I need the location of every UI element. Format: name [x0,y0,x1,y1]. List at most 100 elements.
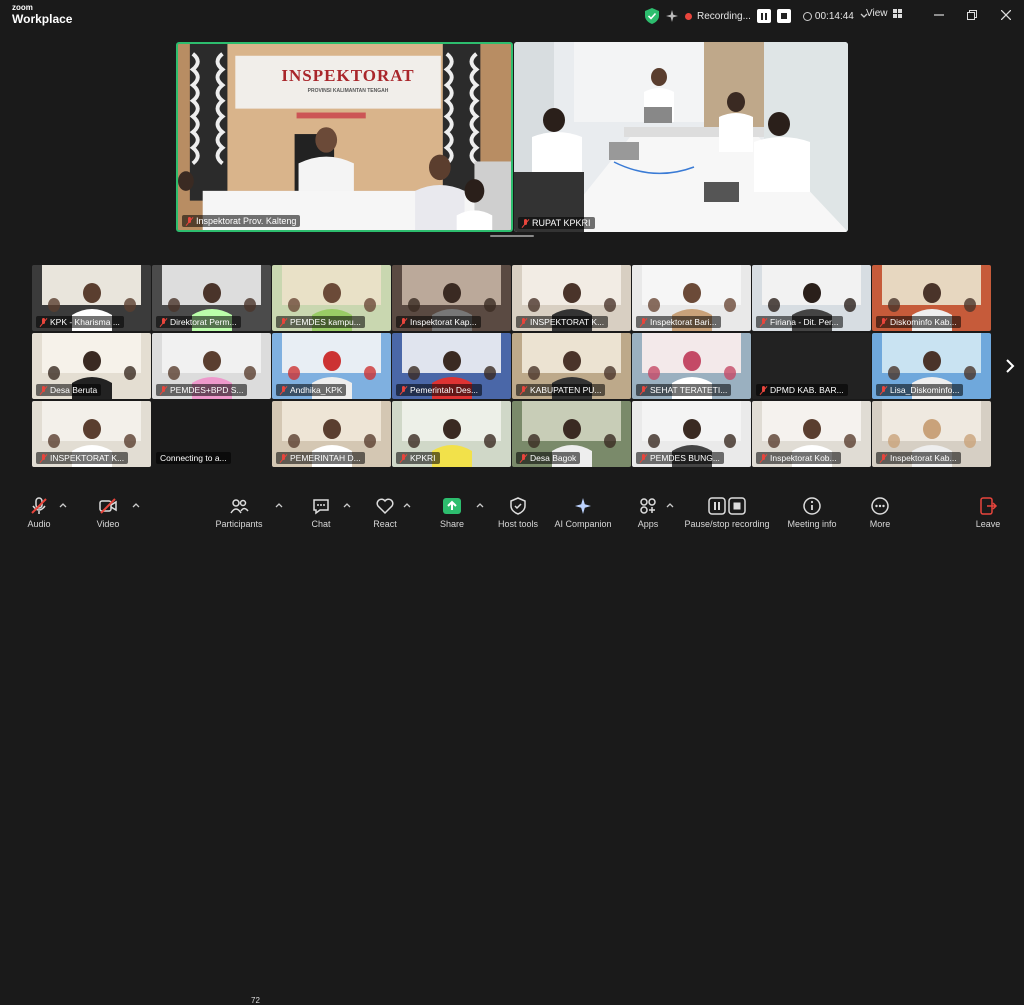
pause-stop-recording-button[interactable]: Pause/stop recording [677,496,777,529]
participant-tile[interactable]: PEMERINTAH D... [272,401,391,467]
participant-name-label: Inspektorat Prov. Kalteng [182,215,301,227]
more-dots-icon [871,497,889,515]
meeting-status-bar: Recording... 00:14:44 [645,6,868,26]
restore-button[interactable] [965,8,979,22]
leave-button[interactable]: Leave [953,496,1023,529]
participant-tile[interactable]: PEMDES+BPD S... [152,333,271,399]
participant-tile[interactable]: Lisa_Diskominfo... [872,333,991,399]
participant-tile[interactable]: Andhika_KPK [272,333,391,399]
apps-button[interactable]: Apps [613,496,683,529]
banner-subtitle: PROVINSI KALIMANTAN TENGAH [307,88,389,94]
participant-tile[interactable]: Direktorat Perm... [152,265,271,331]
leave-door-icon [980,497,998,515]
ai-sparkle-icon [575,498,591,514]
participant-name-label: PEMERINTAH D... [276,452,365,464]
meeting-toolbar: Audio Video Participants 72 Chat React S… [0,492,1024,1005]
participant-name-label: Diskominfo Kab... [876,316,961,328]
participant-tile[interactable]: INSPEKTORAT K... [32,401,151,467]
participant-tile[interactable]: Inspektorat Kap... [392,265,511,331]
mic-muted-icon [760,453,767,463]
pause-stop-icon [708,497,746,515]
participants-options-caret-icon[interactable] [275,502,283,508]
more-label: More [869,519,891,529]
stop-recording-button[interactable] [776,9,791,23]
mic-muted-icon [640,385,647,395]
pause-recording-button[interactable] [756,9,771,23]
mic-muted-icon [522,218,529,228]
participant-name-label: PEMDES+BPD S... [156,384,248,396]
chat-button[interactable]: Chat [286,496,356,529]
title-bar: zoom Workplace Recording... 00:14:44 Vie… [0,0,1024,32]
participant-name-label: DPMD KAB. BAR... [756,384,848,396]
participant-tile[interactable]: KPK - Kharisma ... [32,265,151,331]
participant-name-label: PEMDES kampu... [276,316,365,328]
participant-tile[interactable]: Inspektorat Kob... [752,401,871,467]
participant-tile[interactable]: KABUPATEN PU... [512,333,631,399]
react-options-caret-icon[interactable] [403,502,411,508]
participant-name: Desa Bagok [530,453,577,463]
participant-name-label: Firiana - Dit. Per... [756,316,843,328]
participant-tile[interactable]: Desa Beruta [32,333,151,399]
participant-tile[interactable]: DPMD KAB. BAR... [752,333,871,399]
participant-name: INSPEKTORAT K... [50,453,125,463]
host-tools-label: Host tools [497,519,539,529]
participant-name-label: Lisa_Diskominfo... [876,384,964,396]
participant-tile[interactable]: Desa Bagok [512,401,631,467]
participant-name-label: PEMDES BUNG... [636,452,724,464]
share-button[interactable]: Share [417,496,487,529]
mic-muted-icon [880,317,887,327]
host-tools-button[interactable]: Host tools [483,496,553,529]
meeting-info-button[interactable]: Meeting info [777,496,847,529]
logo-line1: zoom [12,3,33,12]
react-label: React [373,519,397,529]
participant-tile[interactable]: PEMDES BUNG... [632,401,751,467]
view-button[interactable]: View [866,8,902,19]
participant-name: DPMD KAB. BAR... [770,385,844,395]
audio-button[interactable]: Audio [4,496,74,529]
participant-tile[interactable]: Diskominfo Kab... [872,265,991,331]
participant-tile[interactable]: Pemerintah Des... [392,333,511,399]
recording-label: Recording... [697,10,751,22]
shield-check-icon[interactable] [645,8,659,24]
participant-name: KABUPATEN PU... [530,385,602,395]
mic-muted-icon [520,317,527,327]
audio-options-caret-icon[interactable] [59,502,67,508]
mic-muted-icon [400,385,407,395]
mic-muted-icon [280,385,287,395]
participant-name: Pemerintah Des... [410,385,479,395]
mic-muted-icon [400,317,407,327]
recording-dot-icon [685,12,692,20]
clock-icon [802,11,812,21]
participant-tile[interactable]: Inspektorat Bari... [632,265,751,331]
minimize-button[interactable] [932,8,946,22]
participants-button[interactable]: Participants [204,496,274,529]
ai-companion-button[interactable]: AI Companion [548,496,618,529]
participant-name: SEHAT TERATETI... [650,385,728,395]
video-options-caret-icon[interactable] [132,502,140,508]
participant-name-label: Connecting to a... [156,452,231,464]
video-button[interactable]: Video [73,496,143,529]
mic-muted-icon [40,385,47,395]
participant-tile[interactable]: SEHAT TERATETI... [632,333,751,399]
participant-tile[interactable]: Inspektorat Kab... [872,401,991,467]
participant-tile[interactable]: KPKRI [392,401,511,467]
close-button[interactable] [999,8,1013,22]
mic-muted-icon [640,317,647,327]
next-page-arrow-icon[interactable] [1003,358,1017,374]
close-icon [1001,10,1011,20]
meeting-timer[interactable]: 00:14:44 [802,11,868,22]
main-video-tile-1[interactable]: INSPEKTORAT PROVINSI KALIMANTAN TENGAH I… [176,42,513,232]
participant-tile[interactable]: INSPEKTORAT K... [512,265,631,331]
apps-options-caret-icon[interactable] [666,502,674,508]
resize-handle[interactable] [490,235,534,237]
react-button[interactable]: React [350,496,420,529]
meeting-info-label: Meeting info [787,519,837,529]
main-video-tile-2[interactable]: RUPAT KPKRI [514,42,848,232]
participant-tile[interactable]: Firiana - Dit. Per... [752,265,871,331]
participant-tile[interactable]: PEMDES kampu... [272,265,391,331]
sparkle-icon[interactable] [665,9,679,23]
more-button[interactable]: More [845,496,915,529]
participant-name: INSPEKTORAT K... [530,317,605,327]
participant-name-label: Inspektorat Kap... [396,316,481,328]
participant-tile[interactable]: Connecting to a... [152,401,271,467]
